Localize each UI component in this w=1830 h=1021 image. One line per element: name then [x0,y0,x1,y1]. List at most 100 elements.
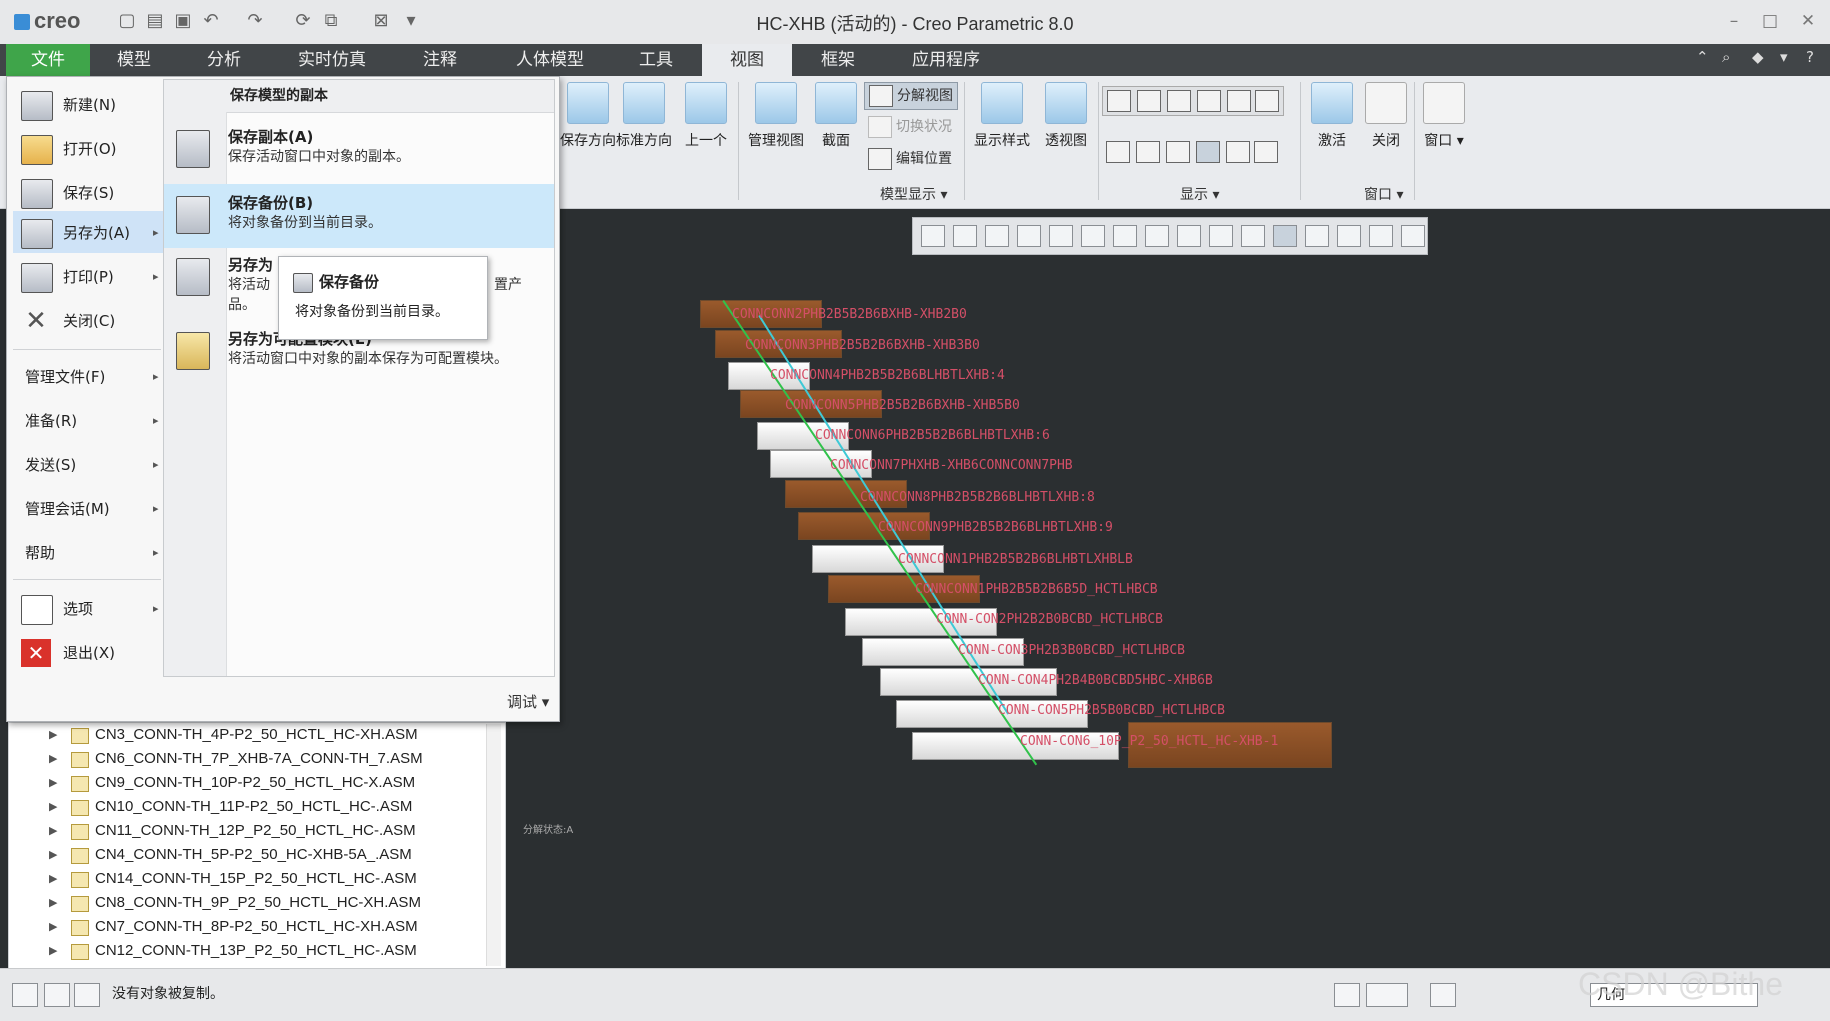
tree-row[interactable]: ▶ CN7_CONN-TH_8P-P2_50_HCTL_HC-XH.ASM [9,915,489,939]
menu-item-help[interactable]: 帮助 ▸ [13,533,163,573]
save-orientation-button[interactable]: 保存方向 [560,82,616,150]
tab-analysis[interactable]: 分析 [190,44,258,76]
datum-display-icon[interactable] [1209,225,1233,247]
plane-display-icon[interactable] [1107,90,1131,112]
minimize-button[interactable]: – [1720,8,1748,34]
window-button[interactable]: 窗口 ▾ [1418,82,1470,150]
expand-arrow-icon[interactable]: ▶ [49,771,57,795]
expand-arrow-icon[interactable]: ▶ [49,891,57,915]
menu-item-save[interactable]: 保存(S) [13,173,163,213]
spin-center-icon[interactable] [1227,90,1251,112]
expand-arrow-icon[interactable]: ▶ [49,939,57,963]
manage-views-button[interactable]: 管理视图 [744,82,808,150]
help-icon[interactable]: ? [1806,48,1814,66]
menu-item-exit[interactable]: ✕ 退出(X) [13,633,163,673]
appearance-icon[interactable] [1049,225,1073,247]
regenerate-status-icon[interactable] [1334,983,1360,1007]
full-screen-icon[interactable] [74,983,100,1007]
view-manager-icon[interactable] [1145,225,1169,247]
menu-item-new[interactable]: 新建(N) [13,85,163,125]
repaint-icon[interactable] [1017,225,1041,247]
menu-item-save-copy[interactable]: 保存副本(A) 保存活动窗口中对象的副本。 [164,120,554,182]
tab-tools[interactable]: 工具 [622,44,690,76]
expand-arrow-icon[interactable]: ▶ [49,747,57,771]
menu-item-open[interactable]: 打开(O) [13,129,163,169]
exploded-view-button[interactable]: 分解视图 [864,82,958,110]
tree-row[interactable]: ▶ CN6_CONN-TH_7P_XHB-7A_CONN-TH_7.ASM [9,747,489,771]
annotation-display-icon[interactable] [1241,225,1265,247]
menu-item-print[interactable]: 打印(P) ▸ [13,257,163,297]
ribbon-menu-icon[interactable]: ▾ [1780,48,1788,66]
tree-row[interactable]: ▶ CN11_CONN-TH_12P_P2_50_HCTL_HC-.ASM [9,819,489,843]
selection-icon[interactable] [1430,983,1456,1007]
tree-row[interactable]: ▶ CN10_CONN-TH_11P-P2_50_HCTL_HC-.ASM [9,795,489,819]
perspective-button[interactable]: 透视图 [1036,82,1096,150]
menu-item-send[interactable]: 发送(S) ▸ [13,445,163,485]
menu-item-manage-file[interactable]: 管理文件(F) ▸ [13,357,163,397]
display-group-label[interactable]: 显示 ▾ [1180,184,1219,204]
tree-scrollbar[interactable] [486,724,501,966]
menu-item-options[interactable]: 选项 ▸ [13,589,163,629]
zoom-in-icon[interactable] [953,225,977,247]
csys-display-icon[interactable] [1197,90,1221,112]
expand-arrow-icon[interactable]: ▶ [49,867,57,891]
menu-item-prepare[interactable]: 准备(R) ▸ [13,401,163,441]
section-button[interactable]: 截面 [812,82,860,150]
refit-icon[interactable] [921,225,945,247]
debug-dropdown[interactable]: 调试 ▾ [507,691,549,712]
display-style-icon[interactable] [1081,225,1105,247]
next-icon[interactable] [1401,225,1425,247]
minimize-ribbon-icon[interactable]: ⌃ [1696,48,1709,66]
close-window-button[interactable]: 关闭 [1360,82,1412,150]
display-style-button[interactable]: 显示样式 [970,82,1034,150]
browser-icon[interactable] [44,983,70,1007]
standard-orientation-button[interactable]: 标准方向 [612,82,676,150]
zoom-out-icon[interactable] [985,225,1009,247]
exploded-view-icon[interactable] [1273,225,1297,247]
expand-arrow-icon[interactable]: ▶ [49,843,57,867]
menu-item-save-backup[interactable]: 保存备份(B) 将对象备份到当前目录。 [164,186,554,248]
point-display-icon[interactable] [1167,90,1191,112]
show-navigator-icon[interactable] [12,983,38,1007]
tree-row[interactable]: ▶ CN3_CONN-TH_4P-P2_50_HCTL_HC-XH.ASM [9,723,489,747]
tab-view[interactable]: 视图 [702,44,792,76]
tree-row[interactable]: ▶ CN12_CONN-TH_13P_P2_50_HCTL_HC-.ASM [9,939,489,963]
find-icon[interactable] [1366,983,1408,1007]
tab-manikin[interactable]: 人体模型 [504,44,596,76]
tab-live-simulation[interactable]: 实时仿真 [286,44,378,76]
previous-orientation-button[interactable]: 上一个 [678,82,734,150]
tab-framework[interactable]: 框架 [804,44,872,76]
learning-icon[interactable]: ◆ [1752,48,1764,66]
tab-applications[interactable]: 应用程序 [900,44,992,76]
saved-orientations-icon[interactable] [1113,225,1137,247]
expand-arrow-icon[interactable]: ▶ [49,819,57,843]
tree-row[interactable]: ▶ CN9_CONN-TH_10P-P2_50_HCTL_HC-X.ASM [9,771,489,795]
annotation-display-icon[interactable] [1255,90,1279,112]
pause-icon[interactable] [1369,225,1393,247]
point-tag-icon[interactable] [1166,141,1190,163]
curve-display-icon[interactable] [1254,141,1278,163]
maximize-button[interactable]: □ [1756,8,1784,34]
edit-position-button[interactable]: 编辑位置 [868,148,952,170]
offset-lines-icon[interactable] [1226,141,1250,163]
expand-arrow-icon[interactable]: ▶ [49,915,57,939]
tree-row[interactable]: ▶ CN8_CONN-TH_9P_P2_50_HCTL_HC-XH.ASM [9,891,489,915]
plane-tag-icon[interactable] [1106,141,1130,163]
spin-center-icon[interactable] [1305,225,1329,247]
tab-file[interactable]: 文件 [6,44,90,76]
model-display-group-label[interactable]: 模型显示 ▾ [880,184,947,204]
animation-icon[interactable] [1337,225,1361,247]
perspective-icon[interactable] [1177,225,1201,247]
close-button[interactable]: ✕ [1794,8,1822,34]
tree-row[interactable]: ▶ CN4_CONN-TH_5P-P2_50_HC-XHB-5A_.ASM [9,843,489,867]
csys-tag-icon[interactable] [1196,141,1220,163]
menu-item-manage-session[interactable]: 管理会话(M) ▸ [13,489,163,529]
window-group-label[interactable]: 窗口 ▾ [1364,184,1403,204]
menu-item-save-as[interactable]: 另存为(A) ▸ [13,213,163,253]
search-icon[interactable]: ⌕ [1722,48,1730,66]
axis-tag-icon[interactable] [1136,141,1160,163]
tab-model[interactable]: 模型 [100,44,168,76]
activate-button[interactable]: 激活 [1306,82,1358,150]
axis-display-icon[interactable] [1137,90,1161,112]
expand-arrow-icon[interactable]: ▶ [49,723,57,747]
